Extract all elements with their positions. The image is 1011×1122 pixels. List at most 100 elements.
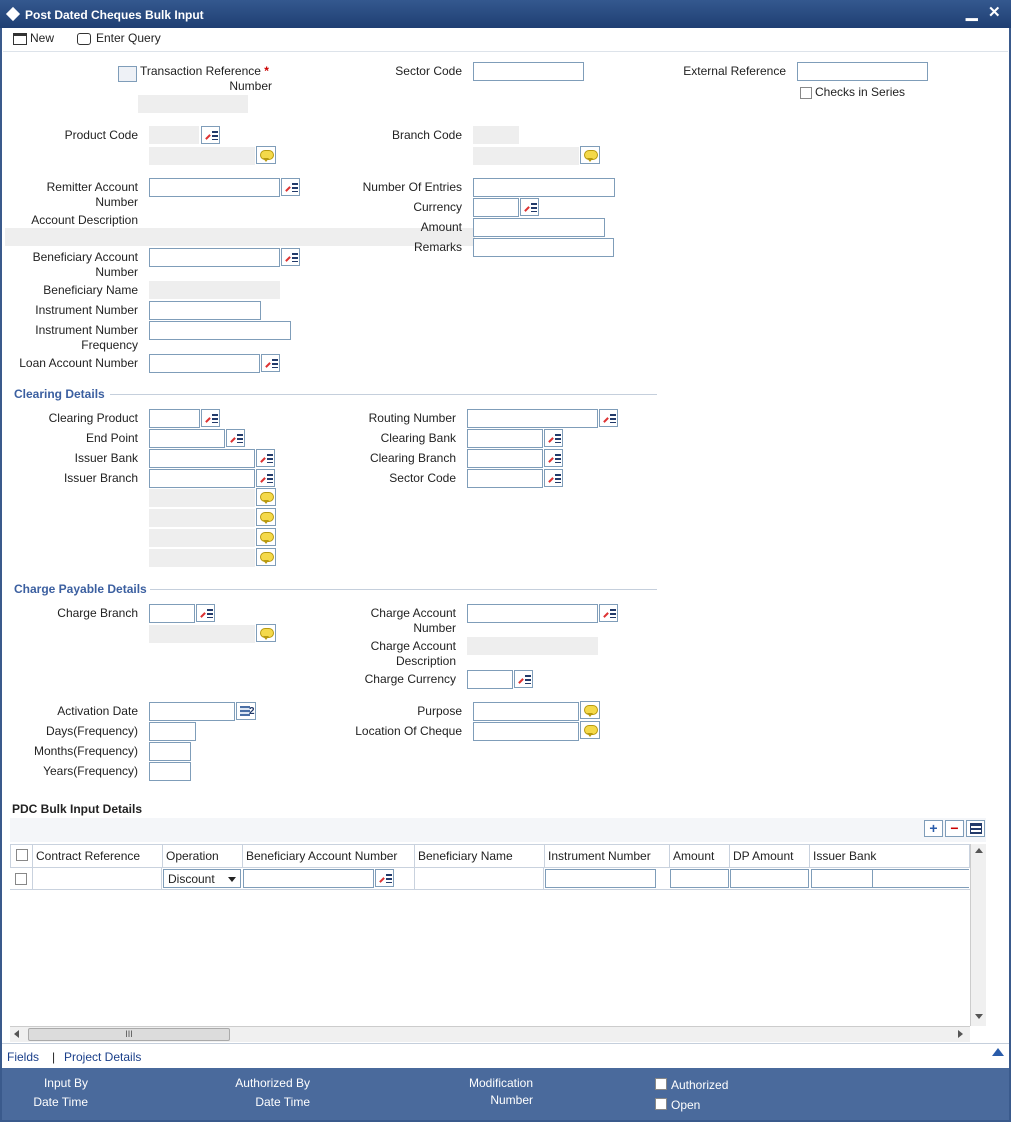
- years-frequency-input[interactable]: [149, 762, 191, 781]
- checks-in-series-checkbox[interactable]: [800, 87, 812, 99]
- clearing-branch-lov-icon[interactable]: [544, 449, 563, 467]
- col-dp-amount[interactable]: DP Amount: [730, 845, 810, 868]
- clearing-sector-code-lov-icon[interactable]: [544, 469, 563, 487]
- charge-account-lov-icon[interactable]: [599, 604, 618, 622]
- clearing-branch-input[interactable]: [467, 449, 543, 468]
- months-frequency-input[interactable]: [149, 742, 191, 761]
- issuer-address-1-bubble-icon[interactable]: [256, 488, 276, 506]
- col-issuer-bank[interactable]: Issuer Bank: [810, 845, 970, 868]
- scroll-up-icon[interactable]: [975, 848, 983, 853]
- delete-row-button[interactable]: −: [945, 820, 964, 837]
- remitter-account-label: Remitter Account: [46, 180, 138, 194]
- clearing-product-lov-icon[interactable]: [201, 409, 220, 427]
- amount-input[interactable]: [473, 218, 605, 237]
- location-of-cheque-input[interactable]: [473, 722, 579, 741]
- clearing-bank-input[interactable]: [467, 429, 543, 448]
- scroll-down-icon[interactable]: [975, 1014, 983, 1019]
- new-button[interactable]: New: [13, 31, 68, 45]
- issuer-bank-lov-icon[interactable]: [256, 449, 275, 467]
- transaction-reference-icon[interactable]: [118, 66, 137, 82]
- clearing-bank-label: Clearing Bank: [380, 431, 456, 445]
- col-beneficiary-account-number[interactable]: Beneficiary Account Number: [243, 845, 415, 868]
- col-contract-reference[interactable]: Contract Reference: [33, 845, 163, 868]
- number-of-entries-input[interactable]: [473, 178, 615, 197]
- loan-account-number-input[interactable]: [149, 354, 260, 373]
- remitter-account-lov-icon[interactable]: [281, 178, 300, 196]
- col-instrument-number[interactable]: Instrument Number: [545, 845, 670, 868]
- routing-number-lov-icon[interactable]: [599, 409, 618, 427]
- currency-lov-icon[interactable]: [520, 198, 539, 216]
- remitter-account-label-2: Number: [95, 195, 138, 209]
- fields-link[interactable]: Fields: [7, 1050, 39, 1064]
- charge-branch-input[interactable]: [149, 604, 195, 623]
- remitter-account-input[interactable]: [149, 178, 280, 197]
- clearing-bank-lov-icon[interactable]: [544, 429, 563, 447]
- col-operation[interactable]: Operation: [163, 845, 243, 868]
- activation-date-input[interactable]: [149, 702, 235, 721]
- branch-description-bubble-icon[interactable]: [580, 146, 600, 164]
- row-beneficiary-account-lov-icon[interactable]: [375, 869, 394, 887]
- single-view-button[interactable]: [966, 820, 985, 837]
- location-of-cheque-bubble-icon[interactable]: [580, 721, 600, 739]
- audit-footer: Input By Date Time Authorized By Date Ti…: [2, 1068, 1009, 1120]
- select-all-checkbox[interactable]: [16, 849, 28, 861]
- product-code-lov-icon[interactable]: [201, 126, 220, 144]
- beneficiary-account-input[interactable]: [149, 248, 280, 267]
- row-beneficiary-account-input[interactable]: [243, 869, 374, 888]
- close-icon[interactable]: ✕: [988, 3, 1001, 21]
- row-instrument-number-input[interactable]: [545, 869, 656, 888]
- charge-account-label-2: Number: [413, 621, 456, 635]
- purpose-bubble-icon[interactable]: [580, 701, 600, 719]
- purpose-input[interactable]: [473, 702, 579, 721]
- issuer-branch-input[interactable]: [149, 469, 255, 488]
- row-dp-amount-input[interactable]: [730, 869, 809, 888]
- end-point-input[interactable]: [149, 429, 225, 448]
- col-amount[interactable]: Amount: [670, 845, 730, 868]
- collapse-up-icon[interactable]: [992, 1048, 1004, 1056]
- col-beneficiary-name[interactable]: Beneficiary Name: [415, 845, 545, 868]
- issuer-address-3-bubble-icon[interactable]: [256, 528, 276, 546]
- charge-branch-bubble-icon[interactable]: [256, 624, 276, 642]
- charge-currency-input[interactable]: [467, 670, 513, 689]
- charge-branch-lov-icon[interactable]: [196, 604, 215, 622]
- end-point-lov-icon[interactable]: [226, 429, 245, 447]
- add-row-button[interactable]: +: [924, 820, 943, 837]
- issuer-address-4-bubble-icon[interactable]: [256, 548, 276, 566]
- issuer-bank-input[interactable]: [149, 449, 255, 468]
- clearing-product-input[interactable]: [149, 409, 200, 428]
- scroll-left-icon[interactable]: [14, 1030, 19, 1038]
- open-checkbox[interactable]: [655, 1098, 667, 1110]
- issuer-branch-lov-icon[interactable]: [256, 469, 275, 487]
- sector-code-input[interactable]: [473, 62, 584, 81]
- instrument-number-input[interactable]: [149, 301, 261, 320]
- row-checkbox[interactable]: [15, 873, 27, 885]
- operation-select[interactable]: Discount: [163, 869, 241, 888]
- horizontal-scrollbar[interactable]: III: [10, 1026, 970, 1042]
- routing-number-input[interactable]: [467, 409, 598, 428]
- beneficiary-account-lov-icon[interactable]: [281, 248, 300, 266]
- row-issuer-bank-extra-input[interactable]: [872, 869, 969, 888]
- external-reference-input[interactable]: [797, 62, 928, 81]
- vertical-scrollbar[interactable]: [970, 844, 986, 1026]
- window-titlebar: Post Dated Cheques Bulk Input ▁ ✕: [0, 0, 1011, 28]
- authorized-checkbox[interactable]: [655, 1078, 667, 1090]
- scroll-thumb[interactable]: III: [28, 1028, 230, 1041]
- instrument-frequency-input[interactable]: [149, 321, 291, 340]
- calendar-icon[interactable]: [236, 702, 256, 720]
- row-issuer-bank-input[interactable]: [811, 869, 873, 888]
- row-amount-input[interactable]: [670, 869, 729, 888]
- product-description-bubble-icon[interactable]: [256, 146, 276, 164]
- minimize-icon[interactable]: ▁: [966, 3, 978, 21]
- currency-input[interactable]: [473, 198, 519, 217]
- scroll-right-icon[interactable]: [958, 1030, 963, 1038]
- loan-account-lov-icon[interactable]: [261, 354, 280, 372]
- remarks-input[interactable]: [473, 238, 614, 257]
- project-details-link[interactable]: Project Details: [64, 1050, 141, 1064]
- issuer-address-2-bubble-icon[interactable]: [256, 508, 276, 526]
- charge-currency-lov-icon[interactable]: [514, 670, 533, 688]
- charge-account-description-label-2: Description: [395, 654, 456, 668]
- clearing-sector-code-input[interactable]: [467, 469, 543, 488]
- days-frequency-input[interactable]: [149, 722, 196, 741]
- enter-query-button[interactable]: Enter Query: [77, 31, 177, 45]
- charge-account-input[interactable]: [467, 604, 598, 623]
